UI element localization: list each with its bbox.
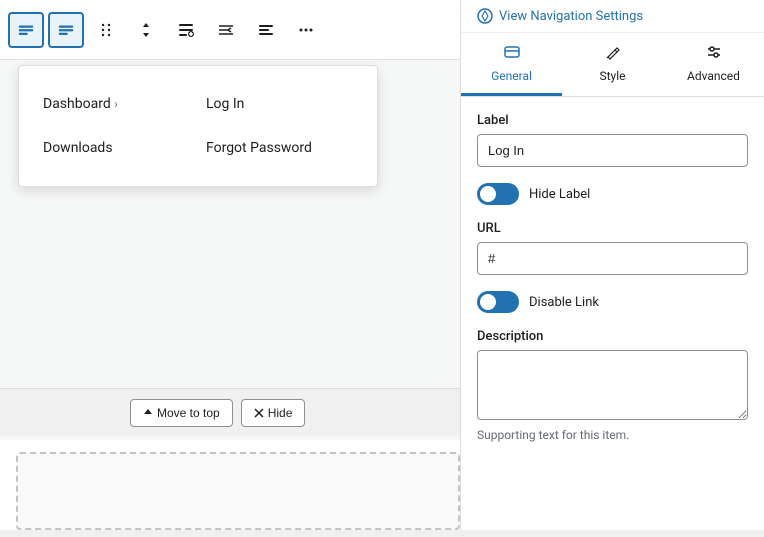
hide-button[interactable]: Hide [241, 399, 306, 427]
toolbar [0, 0, 460, 60]
left-panel: Dashboard Log In Downloads Forgot Passwo… [0, 0, 460, 530]
hide-label-toggle-row: Hide Label [477, 183, 748, 205]
drag-handle-button[interactable] [88, 12, 124, 48]
style-tab-icon [604, 43, 622, 65]
right-panel: View Navigation Settings General Style [460, 0, 764, 530]
disable-link-toggle-row: Disable Link [477, 291, 748, 313]
more-options-button[interactable] [288, 12, 324, 48]
nav-menu-item-forgot-password[interactable]: Forgot Password [198, 126, 361, 170]
nav-dropdown-menu: Dashboard Log In Downloads Forgot Passwo… [18, 65, 378, 187]
navigation-icon [477, 8, 493, 24]
dotted-drop-area [16, 452, 460, 530]
nav-menu-item-downloads[interactable]: Downloads [35, 126, 198, 170]
url-field-label: URL [477, 221, 748, 236]
hide-label-toggle-label: Hide Label [529, 187, 590, 202]
settings-content: Label Hide Label URL Disable Link [461, 97, 764, 537]
nav-menu-item-dashboard[interactable]: Dashboard [35, 82, 198, 126]
description-field-label: Description [477, 329, 748, 344]
bottom-bar: Move to top Hide [0, 388, 460, 436]
settings-tabs: General Style Advanced [461, 33, 764, 97]
disable-link-toggle[interactable] [477, 291, 519, 313]
label-field-label: Label [477, 113, 748, 128]
tab-advanced[interactable]: Advanced [663, 33, 764, 96]
outdent-button[interactable] [208, 12, 244, 48]
nav-menu-item-login[interactable]: Log In [198, 82, 361, 126]
change-alignment-button[interactable] [248, 12, 284, 48]
nav-menu-grid: Dashboard Log In Downloads Forgot Passwo… [19, 74, 377, 178]
move-updown-button[interactable] [128, 12, 164, 48]
disable-link-toggle-label: Disable Link [529, 295, 599, 310]
label-field-group: Label [477, 113, 748, 167]
nav-block-button-2[interactable] [48, 12, 84, 48]
tab-general[interactable]: General [461, 33, 562, 96]
window-icon [503, 43, 521, 61]
move-to-top-button[interactable]: Move to top [130, 399, 233, 427]
description-field-group: Description Supporting text for this ite… [477, 329, 748, 442]
label-input[interactable] [477, 134, 748, 167]
advanced-tab-icon [705, 43, 723, 65]
general-tab-icon [503, 43, 521, 65]
url-field-group: URL [477, 221, 748, 275]
view-navigation-settings-link[interactable]: View Navigation Settings [461, 0, 764, 33]
description-help-text: Supporting text for this item. [477, 428, 748, 442]
tab-style[interactable]: Style [562, 33, 663, 96]
nav-block-button-1[interactable] [8, 12, 44, 48]
hide-label-toggle[interactable] [477, 183, 519, 205]
url-input[interactable] [477, 242, 748, 275]
description-textarea[interactable] [477, 350, 748, 420]
add-item-button[interactable] [168, 12, 204, 48]
